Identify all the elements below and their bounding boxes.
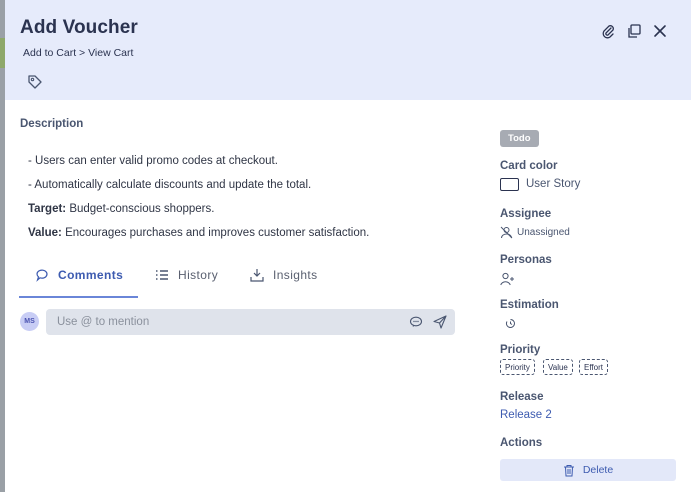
modal-header: Add Voucher Add to Cart > View Cart <box>5 0 691 100</box>
attachment-button[interactable] <box>599 22 617 40</box>
tab-insights[interactable]: Insights <box>250 262 318 298</box>
priority-label: Priority <box>500 344 541 356</box>
actions-label: Actions <box>500 437 543 449</box>
insights-icon <box>250 269 264 282</box>
description-target: Target: Budget-conscious shoppers. <box>28 203 214 215</box>
add-persona-icon[interactable] <box>500 272 515 286</box>
list-icon <box>156 270 168 280</box>
timer-icon[interactable] <box>505 318 516 329</box>
breadcrumb[interactable]: Add to Cart > View Cart <box>23 47 133 59</box>
card-title: Add Voucher <box>20 17 138 38</box>
copy-icon <box>628 24 641 38</box>
user-off-icon <box>500 226 513 239</box>
effort-chip[interactable]: Effort <box>579 359 608 375</box>
value-label: Value: <box>28 227 62 239</box>
close-icon <box>654 25 666 37</box>
tab-history[interactable]: History <box>155 262 218 298</box>
description-value: Value: Encourages purchases and improves… <box>28 227 369 239</box>
comment-icon <box>36 269 48 282</box>
release-label: Release <box>500 391 544 403</box>
trash-icon <box>563 464 574 476</box>
value-chip[interactable]: Value <box>543 359 573 375</box>
close-button[interactable] <box>651 22 669 40</box>
card-color-swatch[interactable] <box>500 178 519 191</box>
tag-icon[interactable] <box>27 74 43 90</box>
tab-comments-label: Comments <box>58 268 124 282</box>
tab-history-label: History <box>178 268 219 282</box>
paperclip-icon <box>602 25 614 39</box>
duplicate-button[interactable] <box>625 22 643 40</box>
description-line: - Users can enter valid promo codes at c… <box>28 155 278 167</box>
card-color-label: Card color <box>500 160 558 172</box>
estimation-label: Estimation <box>500 299 559 311</box>
card-color-value[interactable]: User Story <box>526 178 580 190</box>
target-text: Budget-conscious shoppers. <box>66 203 215 215</box>
card-modal: Add Voucher Add to Cart > View Cart Desc… <box>5 0 691 492</box>
assignee-value: Unassigned <box>517 227 570 238</box>
tab-insights-label: Insights <box>273 268 318 282</box>
chat-bubble-icon[interactable] <box>409 315 423 329</box>
target-label: Target: <box>28 203 67 215</box>
send-icon[interactable] <box>433 315 447 329</box>
avatar: MS <box>20 312 39 331</box>
comment-input[interactable] <box>46 309 455 335</box>
assignee-label: Assignee <box>500 208 552 220</box>
status-badge[interactable]: Todo <box>500 130 539 147</box>
description-heading: Description <box>20 118 84 130</box>
priority-chip[interactable]: Priority <box>500 359 535 375</box>
personas-label: Personas <box>500 254 552 266</box>
release-value[interactable]: Release 2 <box>500 409 552 421</box>
active-tab-indicator <box>19 296 138 298</box>
delete-button[interactable]: Delete <box>500 459 676 481</box>
delete-label: Delete <box>582 464 614 476</box>
activity-tabs: Comments History Insights <box>19 262 459 298</box>
value-text: Encourages purchases and improves custom… <box>61 227 370 239</box>
assignee-selector[interactable]: Unassigned <box>500 226 570 239</box>
description-line: - Automatically calculate discounts and … <box>28 179 312 191</box>
tab-comments[interactable]: Comments <box>35 262 123 298</box>
